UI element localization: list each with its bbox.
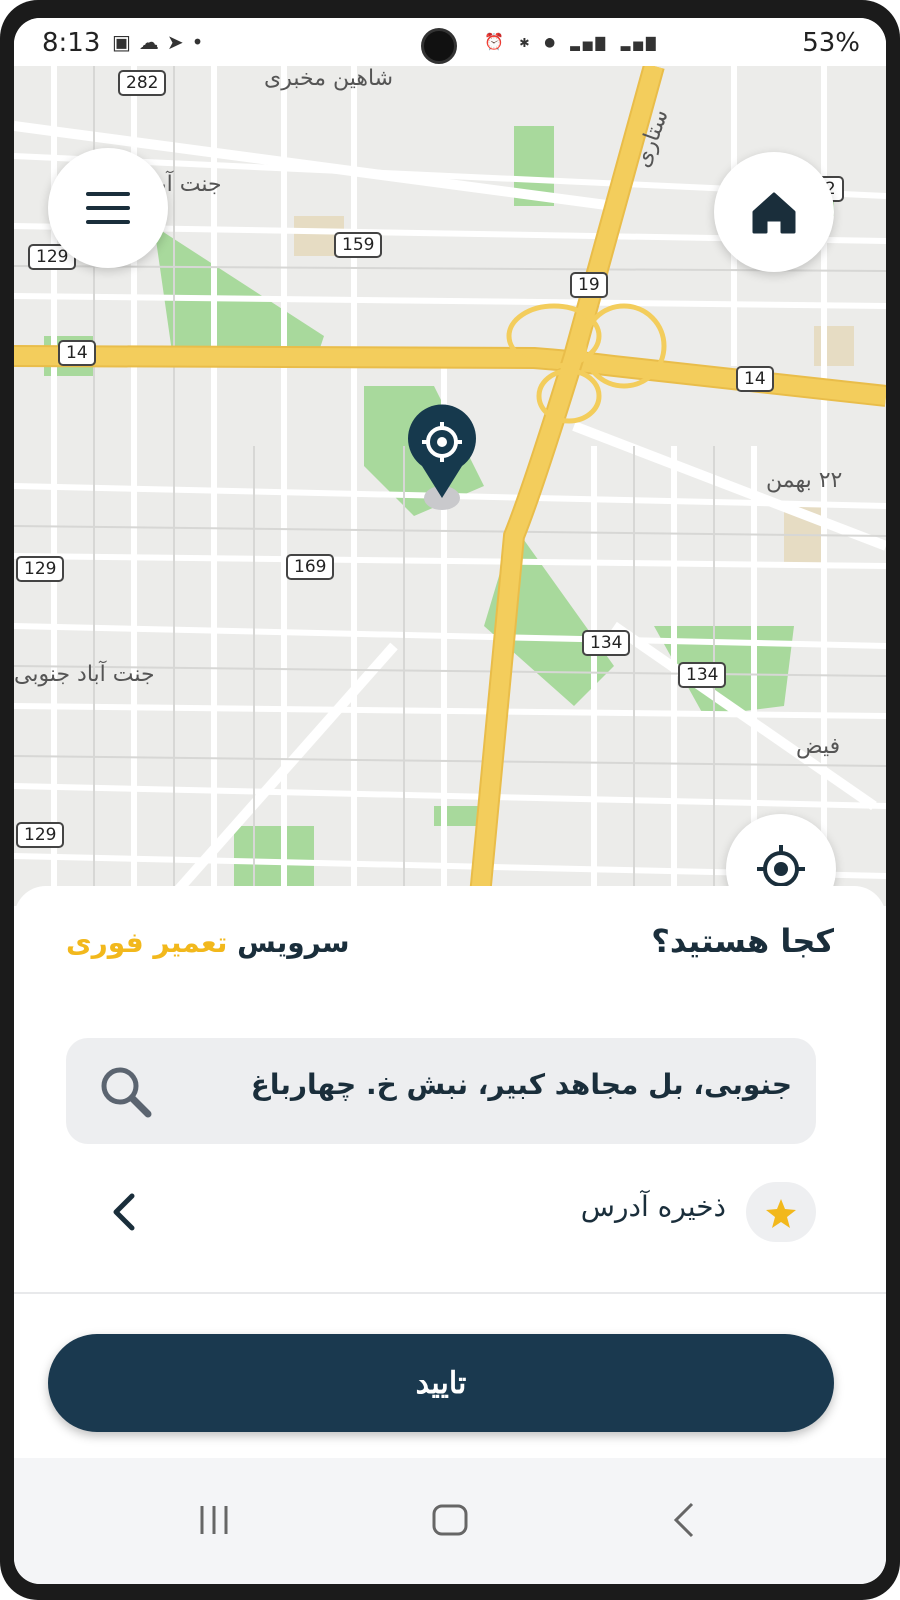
status-bar: 8:13 ▣☁➤• ⏰ ✱ ● ▂▄▆ ▂▄▆ 53% xyxy=(14,18,886,66)
camera-cutout xyxy=(421,28,457,64)
star-icon-badge xyxy=(746,1182,816,1242)
divider xyxy=(14,1292,886,1294)
sheet-title: کجا هستید؟ xyxy=(651,922,834,960)
screen: 8:13 ▣☁➤• ⏰ ✱ ● ▂▄▆ ▂▄▆ 53% شاهین مخبری … xyxy=(14,18,886,1584)
map-view[interactable]: شاهین مخبری جنت آباد جنت آباد جنوبی ۲۲ ب… xyxy=(14,66,886,924)
route-shield: 129 xyxy=(16,822,65,848)
phone-frame: 8:13 ▣☁➤• ⏰ ✱ ● ▂▄▆ ▂▄▆ 53% شاهین مخبری … xyxy=(0,0,900,1600)
menu-button[interactable] xyxy=(48,148,168,268)
route-shield: 134 xyxy=(582,630,631,656)
system-indicator-icons: ⏰ ✱ ● ▂▄▆ ▂▄▆ xyxy=(484,32,659,51)
route-shield: 14 xyxy=(58,340,96,366)
back-nav-icon[interactable] xyxy=(656,1500,716,1540)
notification-icons: ▣☁➤• xyxy=(112,30,212,54)
home-icon xyxy=(752,192,796,234)
route-shield: 129 xyxy=(16,556,65,582)
chevron-left-icon[interactable] xyxy=(104,1190,144,1234)
map-label-22-bahman: ۲۲ بهمن xyxy=(766,468,843,493)
system-nav-bar xyxy=(14,1458,886,1584)
status-time: 8:13 xyxy=(42,28,101,58)
confirm-button[interactable]: تایید xyxy=(48,1334,834,1432)
home-button[interactable] xyxy=(714,152,834,272)
route-shield: 19 xyxy=(570,272,608,298)
service-label: سرویس تعمیر فوری xyxy=(66,926,350,959)
map-label-feiz: فیض xyxy=(796,734,841,759)
service-prefix: سرویس xyxy=(237,926,350,959)
route-shield: 14 xyxy=(736,366,774,392)
location-sheet: کجا هستید؟ سرویس تعمیر فوری جنوبی، بل مج… xyxy=(14,886,886,1484)
route-shield: 282 xyxy=(118,70,167,96)
route-shield: 159 xyxy=(334,232,383,258)
save-address-label: ذخیره آدرس xyxy=(580,1190,726,1223)
save-address-row[interactable]: ذخیره آدرس xyxy=(14,1176,886,1266)
battery-percentage: 53% xyxy=(802,28,860,58)
address-search-value: جنوبی، بل مجاهد کبیر، نبش خ. چهارباغ xyxy=(250,1068,792,1101)
confirm-button-label: تایید xyxy=(415,1367,467,1400)
map-label-shahin: شاهین مخبری xyxy=(264,66,394,91)
hamburger-menu-icon xyxy=(86,192,130,224)
recent-apps-icon[interactable] xyxy=(184,1500,244,1540)
route-shield: 169 xyxy=(286,554,335,580)
search-icon[interactable] xyxy=(92,1060,162,1124)
route-shield: 134 xyxy=(678,662,727,688)
map-label-jannat-abad-south: جنت آباد جنوبی xyxy=(14,662,155,687)
service-accent: تعمیر فوری xyxy=(66,926,228,959)
star-icon xyxy=(766,1199,796,1228)
home-nav-icon[interactable] xyxy=(420,1500,480,1540)
address-search-field[interactable]: جنوبی، بل مجاهد کبیر، نبش خ. چهارباغ xyxy=(66,1038,816,1144)
